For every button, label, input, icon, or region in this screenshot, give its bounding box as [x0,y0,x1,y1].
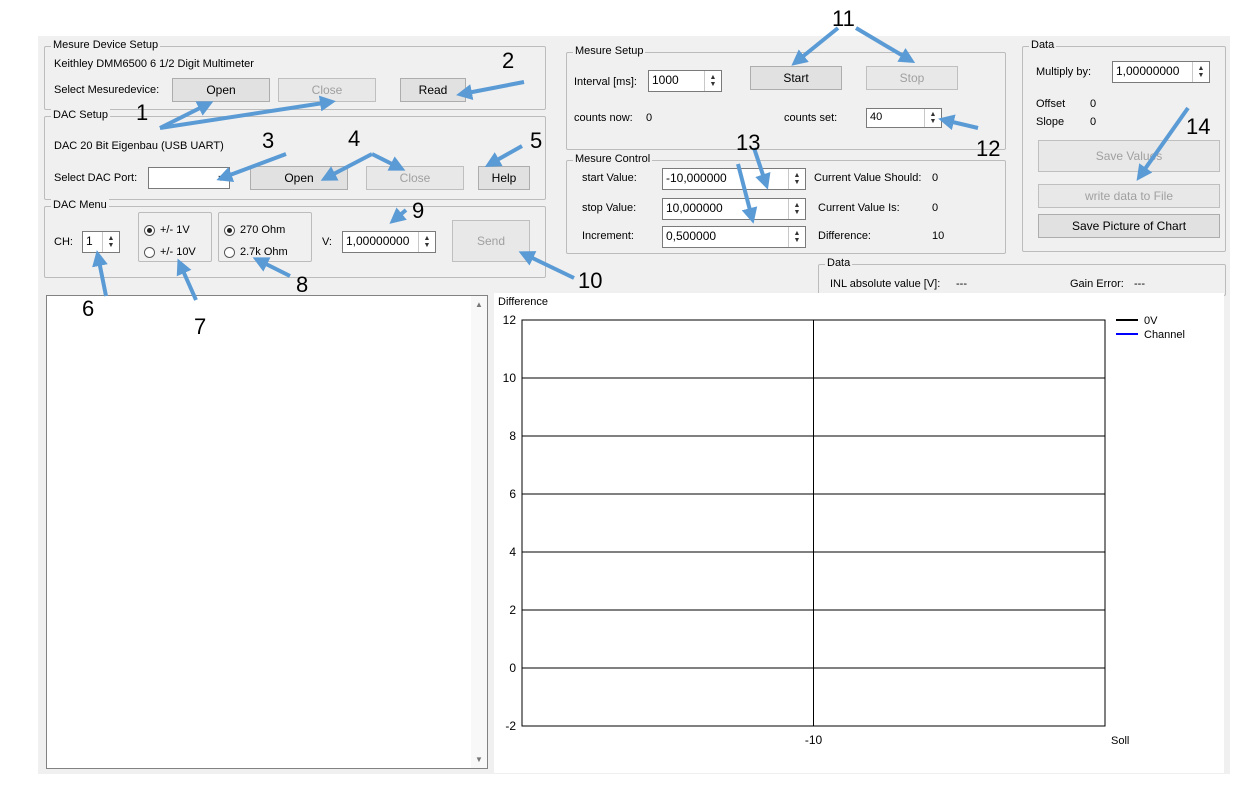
annotation-arrow-11a [791,26,840,66]
annotation-5: 5 [530,128,543,153]
annotation-arrow-8 [252,257,291,278]
annotation-arrow-2 [456,80,525,100]
annotation-7: 7 [194,314,207,339]
annotation-arrow-14 [1136,106,1190,181]
annotation-10: 10 [578,268,603,293]
annotation-14: 14 [1186,114,1211,139]
annotation-arrow-5 [484,144,523,167]
annotation-9: 9 [412,198,425,223]
annotation-arrow-13b [736,163,758,224]
annotation-arrow-11b [854,26,916,64]
annotation-arrow-4a [320,152,373,181]
annotation-arrow-9 [389,207,408,224]
annotation-4: 4 [348,126,361,151]
annotation-3: 3 [262,128,275,153]
annotation-12: 12 [976,136,1001,161]
annotation-2: 2 [502,48,515,73]
annotation-arrow-7 [176,258,198,301]
annotation-arrow-3 [216,152,287,182]
annotation-arrow-4b [371,152,406,171]
annotation-arrow-6 [92,250,108,297]
annotation-11: 11 [832,6,855,31]
annotation-1: 1 [136,100,149,125]
annotation-8: 8 [296,272,309,297]
annotation-arrow-10 [518,251,575,280]
annotation-overlay [92,26,1190,301]
annotation-13: 13 [736,130,761,155]
annotation-6: 6 [82,296,95,321]
annotation-arrow-12 [938,114,979,131]
